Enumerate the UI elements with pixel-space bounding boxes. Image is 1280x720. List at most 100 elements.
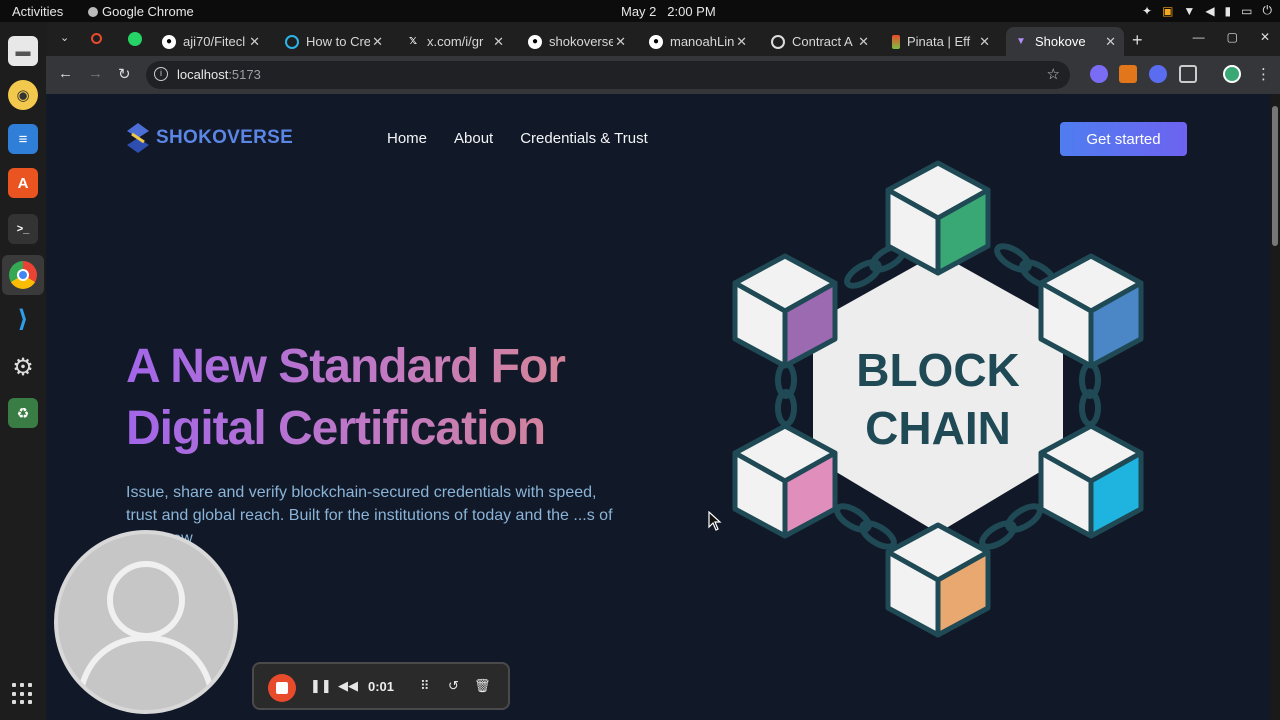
restart-icon[interactable]: ↺ xyxy=(448,678,459,694)
close-icon[interactable]: ✕ xyxy=(249,34,260,50)
tab-strip: ⌄ ● aji70/Fitecl ✕ How to Cre ✕ 𝕏 x.com/… xyxy=(46,22,1280,56)
app-menu[interactable]: Google Chrome xyxy=(88,4,194,19)
shokoverse-logo-icon xyxy=(127,123,149,153)
page-scrollbar[interactable] xyxy=(1270,94,1280,720)
github-icon: ● xyxy=(528,34,542,49)
activities-button[interactable]: Activities xyxy=(12,4,63,19)
chrome-icon[interactable] xyxy=(2,255,44,295)
site-info-icon[interactable]: i xyxy=(154,67,168,81)
github-icon: ● xyxy=(162,34,176,49)
back-icon[interactable]: ← xyxy=(58,65,73,82)
files-icon[interactable]: ▬ xyxy=(8,36,38,66)
user-placeholder-icon xyxy=(77,561,215,695)
tab-how-to[interactable]: How to Cre ✕ xyxy=(277,27,391,56)
battery-icon[interactable]: ▭ xyxy=(1241,4,1252,18)
address-bar[interactable]: i localhost:5173 ☆ xyxy=(146,61,1070,89)
chart-icon xyxy=(771,34,785,49)
blockchain-illustration: BLOCK CHAIN xyxy=(732,160,1144,638)
close-window-icon[interactable]: ✕ xyxy=(1260,30,1270,44)
wifi-icon[interactable]: ▼ xyxy=(1183,4,1195,18)
updates-icon[interactable]: ▣ xyxy=(1162,4,1173,18)
nav-credentials-trust[interactable]: Credentials & Trust xyxy=(520,130,648,147)
system-top-bar: Activities Google Chrome May 2 2:00 PM ✦… xyxy=(0,0,1280,22)
x-icon: 𝕏 xyxy=(408,36,418,47)
recording-timer: 0:01 xyxy=(368,679,395,694)
hero-headline: A New Standard For Digital Certification xyxy=(126,336,686,460)
tab-pinata[interactable]: Pinata | Eff ✕ xyxy=(884,27,998,56)
close-icon[interactable]: ✕ xyxy=(615,34,626,50)
cube-bottom-left xyxy=(732,423,838,539)
url-text[interactable]: localhost:5173 xyxy=(177,67,261,82)
profile-avatar-icon[interactable] xyxy=(1223,65,1241,83)
cube-top-right xyxy=(1038,253,1144,369)
rhythmbox-icon[interactable]: ◉ xyxy=(8,80,38,110)
extension-icon[interactable] xyxy=(1149,65,1167,83)
github-icon: ● xyxy=(649,34,663,49)
settings-icon[interactable]: ⚙ xyxy=(8,352,38,382)
close-icon[interactable]: ✕ xyxy=(979,34,990,50)
microphone-icon[interactable]: ▮ xyxy=(1225,4,1232,18)
reload-icon[interactable]: ↻ xyxy=(118,65,131,83)
show-apps-icon[interactable] xyxy=(12,683,34,705)
scrollbar-thumb[interactable] xyxy=(1272,106,1278,246)
close-icon[interactable]: ✕ xyxy=(1105,34,1116,50)
tab-contract[interactable]: Contract A ✕ xyxy=(763,27,877,56)
pinata-icon xyxy=(892,34,900,49)
accessibility-icon[interactable]: ✦ xyxy=(1142,4,1152,18)
stop-recording-button[interactable] xyxy=(268,674,296,702)
trash-icon[interactable]: ♻ xyxy=(8,398,38,428)
main-nav: Home About Credentials & Trust xyxy=(387,130,648,147)
menu-icon[interactable]: ⋮ xyxy=(1256,65,1271,83)
vscode-icon[interactable]: ⟩ xyxy=(8,304,38,334)
close-icon[interactable]: ✕ xyxy=(493,34,504,50)
webcam-overlay[interactable] xyxy=(54,530,238,714)
system-tray[interactable]: ✦ ▣ ▼ ◀ ▮ ▭ ⏻ xyxy=(1142,3,1272,18)
bookmark-star-icon[interactable]: ☆ xyxy=(1047,65,1060,83)
tab-x[interactable]: 𝕏 x.com/i/gr ✕ xyxy=(398,27,512,56)
close-icon[interactable]: ✕ xyxy=(858,34,869,50)
minimize-icon[interactable]: — xyxy=(1193,30,1205,44)
pause-icon[interactable]: ❚❚ xyxy=(310,678,332,694)
close-icon[interactable]: ✕ xyxy=(736,34,747,50)
hero-subtext: Issue, share and verify blockchain-secur… xyxy=(126,484,613,547)
dock: ▬ ◉ ≡ A >_ ⟩ ⚙ ♻ xyxy=(0,22,46,720)
app-center-icon[interactable]: A xyxy=(8,168,38,198)
nav-home[interactable]: Home xyxy=(387,130,427,147)
volume-icon[interactable]: ◀ xyxy=(1205,4,1214,18)
delete-icon[interactable]: 🗑 xyxy=(474,678,491,694)
tab-aji70[interactable]: ● aji70/Fitecl ✕ xyxy=(154,27,268,56)
window-controls: — ▢ ✕ xyxy=(1193,30,1270,44)
terminal-icon[interactable]: >_ xyxy=(8,214,38,244)
vite-icon: ▼ xyxy=(1016,36,1026,47)
maximize-icon[interactable]: ▢ xyxy=(1227,30,1238,44)
nav-about[interactable]: About xyxy=(454,130,493,147)
writer-icon[interactable]: ≡ xyxy=(8,124,38,154)
cube-top xyxy=(885,160,991,276)
chrome-small-icon xyxy=(88,6,98,17)
cube-top-left xyxy=(732,253,838,369)
site-logo[interactable]: SHOKOVERSE xyxy=(126,122,293,154)
metamask-icon[interactable] xyxy=(1119,65,1137,83)
brand-name: SHOKOVERSE xyxy=(156,127,294,148)
cube-bottom xyxy=(885,522,991,638)
illustration-text-chain: CHAIN xyxy=(865,402,1011,454)
tab-manoah[interactable]: ● manoahLin ✕ xyxy=(641,27,755,56)
tab-search-icon[interactable]: ⌄ xyxy=(60,31,69,44)
get-started-button[interactable]: Get started xyxy=(1060,122,1187,156)
tab-shokoverse-repo[interactable]: ● shokoverse ✕ xyxy=(520,27,634,56)
cube-bottom-right xyxy=(1038,423,1144,539)
mouse-cursor-icon xyxy=(708,511,722,531)
new-tab-icon[interactable]: + xyxy=(1132,30,1143,51)
extension-icon[interactable] xyxy=(1090,65,1108,83)
whatsapp-tab-icon[interactable] xyxy=(128,32,142,46)
rewind-icon[interactable]: ◀◀ xyxy=(338,678,358,694)
forward-icon[interactable]: → xyxy=(88,65,103,82)
recorder-controls: ❚❚ ◀◀ 0:01 ⠿ ↺ 🗑 xyxy=(252,662,510,710)
close-icon[interactable]: ✕ xyxy=(372,34,383,50)
clock[interactable]: May 2 2:00 PM xyxy=(621,4,716,19)
power-icon[interactable]: ⏻ xyxy=(1263,3,1273,18)
tab-shokoverse-active[interactable]: ▼ Shokove ✕ xyxy=(1006,27,1124,56)
app-name: Google Chrome xyxy=(102,4,194,19)
grid-icon[interactable]: ⠿ xyxy=(420,678,430,694)
extensions-puzzle-icon[interactable] xyxy=(1179,65,1197,83)
